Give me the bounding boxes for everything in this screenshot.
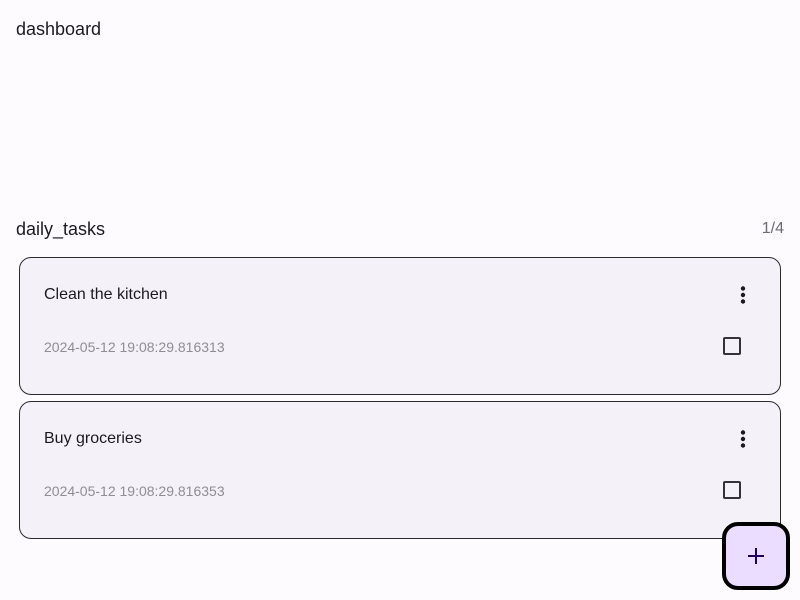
task-checkbox[interactable] bbox=[723, 481, 741, 499]
section-header: daily_tasks 1/4 bbox=[16, 218, 784, 240]
more-vert-icon bbox=[740, 430, 746, 448]
add-task-button[interactable] bbox=[722, 522, 790, 590]
page-title: dashboard bbox=[16, 19, 102, 39]
task-title: Buy groceries bbox=[44, 430, 142, 447]
task-counter: 1/4 bbox=[761, 220, 784, 237]
task-timestamp: 2024-05-12 19:08:29.816353 bbox=[44, 483, 225, 499]
task-timestamp: 2024-05-12 19:08:29.816313 bbox=[44, 339, 225, 355]
task-card[interactable]: Buy groceries 2024-05-12 19:08:29.816353 bbox=[19, 401, 781, 539]
section-title: daily_tasks bbox=[16, 219, 106, 239]
app-root: dashboard daily_tasks 1/4 Clean the kitc… bbox=[0, 0, 800, 600]
task-menu-button[interactable] bbox=[730, 282, 756, 308]
task-list: Clean the kitchen 2024-05-12 19:08:29.81… bbox=[19, 257, 781, 545]
task-card[interactable]: Clean the kitchen 2024-05-12 19:08:29.81… bbox=[19, 257, 781, 395]
task-menu-button[interactable] bbox=[730, 426, 756, 452]
plus-icon bbox=[748, 548, 764, 564]
task-title: Clean the kitchen bbox=[44, 286, 168, 303]
task-checkbox[interactable] bbox=[723, 337, 741, 355]
more-vert-icon bbox=[740, 286, 746, 304]
